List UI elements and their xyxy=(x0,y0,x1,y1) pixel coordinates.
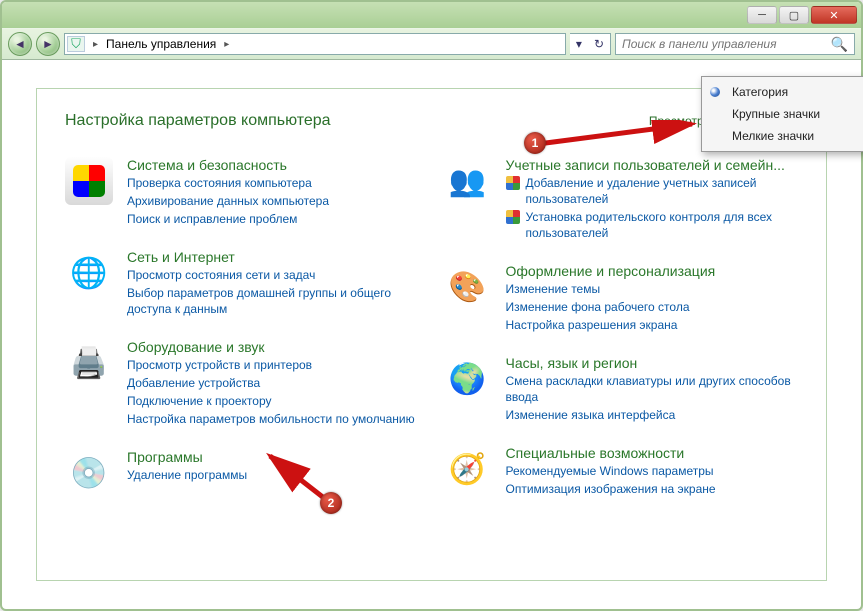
category-title[interactable]: Оформление и персонализация xyxy=(506,263,716,279)
category-appearance: 🎨 Оформление и персонализация Изменение … xyxy=(444,263,799,333)
category-title[interactable]: Часы, язык и регион xyxy=(506,355,799,371)
category-clock-region: 🌍 Часы, язык и регион Смена раскладки кл… xyxy=(444,355,799,423)
view-by-menu: Категория Крупные значки Мелкие значки xyxy=(701,76,863,152)
uac-shield-icon xyxy=(506,210,520,224)
appearance-icon: 🎨 xyxy=(444,263,492,311)
ease-of-access-icon: 🧭 xyxy=(444,445,492,493)
printer-icon: 🖨️ xyxy=(65,339,113,387)
task-link[interactable]: Настройка разрешения экрана xyxy=(506,317,716,333)
control-panel-icon: ⛉ xyxy=(67,36,85,52)
globe-network-icon: 🌐 xyxy=(65,249,113,297)
category-system-security: Система и безопасность Проверка состояни… xyxy=(65,157,420,227)
menu-item-small-icons[interactable]: Мелкие значки xyxy=(702,125,863,147)
back-button[interactable]: ◄ xyxy=(8,32,32,56)
globe-clock-icon: 🌍 xyxy=(444,355,492,403)
title-bar: ─ ▢ ✕ xyxy=(2,2,861,28)
control-panel-window: ─ ▢ ✕ ◄ ► ⛉ ▸ Панель управления ▸ ▾↻ 🔍 Н… xyxy=(0,0,863,611)
forward-button[interactable]: ► xyxy=(36,32,60,56)
category-title[interactable]: Специальные возможности xyxy=(506,445,716,461)
task-link[interactable]: Подключение к проектору xyxy=(127,393,415,409)
category-network: 🌐 Сеть и Интернет Просмотр состояния сет… xyxy=(65,249,420,317)
task-link[interactable]: Проверка состояния компьютера xyxy=(127,175,329,191)
breadcrumb[interactable]: Панель управления xyxy=(106,37,216,51)
task-link[interactable]: Добавление и удаление учетных записей по… xyxy=(506,175,799,207)
uac-shield-icon xyxy=(506,176,520,190)
menu-item-large-icons[interactable]: Крупные значки xyxy=(702,103,863,125)
users-icon: 👥 xyxy=(444,157,492,205)
shield-chart-icon xyxy=(65,157,113,205)
refresh-icon: ↻ xyxy=(588,37,610,51)
minimize-button[interactable]: ─ xyxy=(747,6,777,24)
search-box[interactable]: 🔍 xyxy=(615,33,855,55)
task-link-uninstall[interactable]: Удаление программы xyxy=(127,467,247,483)
menu-item-category[interactable]: Категория xyxy=(702,81,863,103)
maximize-button[interactable]: ▢ xyxy=(779,6,809,24)
category-title[interactable]: Оборудование и звук xyxy=(127,339,415,355)
annotation-arrow-1 xyxy=(534,120,700,150)
disc-box-icon: 💿 xyxy=(65,449,113,497)
category-accessibility: 🧭 Специальные возможности Рекомендуемые … xyxy=(444,445,799,497)
task-link[interactable]: Изменение темы xyxy=(506,281,716,297)
content-area: Настройка параметров компьютера Просмотр… xyxy=(36,88,827,581)
task-link[interactable]: Архивирование данных компьютера xyxy=(127,193,329,209)
annotation-badge-2: 2 xyxy=(320,492,342,514)
annotation-badge-1: 1 xyxy=(524,132,546,154)
task-link[interactable]: Смена раскладки клавиатуры или других сп… xyxy=(506,373,799,405)
task-link[interactable]: Установка родительского контроля для все… xyxy=(506,209,799,241)
page-title: Настройка параметров компьютера xyxy=(65,112,331,130)
address-dropdown[interactable]: ▾↻ xyxy=(570,33,611,55)
category-title[interactable]: Сеть и Интернет xyxy=(127,249,420,265)
task-link[interactable]: Поиск и исправление проблем xyxy=(127,211,329,227)
category-hardware: 🖨️ Оборудование и звук Просмотр устройст… xyxy=(65,339,420,427)
task-link[interactable]: Оптимизация изображения на экране xyxy=(506,481,716,497)
task-link[interactable]: Изменение фона рабочего стола xyxy=(506,299,716,315)
search-icon: 🔍 xyxy=(831,36,848,53)
right-column: 👥 Учетные записи пользователей и семейн.… xyxy=(444,157,799,497)
chevron-right-icon: ▸ xyxy=(89,39,102,50)
search-input[interactable] xyxy=(622,37,831,51)
category-title[interactable]: Учетные записи пользователей и семейн... xyxy=(506,157,799,173)
category-user-accounts: 👥 Учетные записи пользователей и семейн.… xyxy=(444,157,799,241)
close-button[interactable]: ✕ xyxy=(811,6,857,24)
left-column: Система и безопасность Проверка состояни… xyxy=(65,157,420,497)
task-link[interactable]: Настройка параметров мобильности по умол… xyxy=(127,411,415,427)
task-link[interactable]: Выбор параметров домашней группы и общег… xyxy=(127,285,420,317)
chevron-right-icon: ▸ xyxy=(220,39,233,50)
category-title[interactable]: Система и безопасность xyxy=(127,157,329,173)
task-link[interactable]: Изменение языка интерфейса xyxy=(506,407,799,423)
task-link[interactable]: Просмотр состояния сети и задач xyxy=(127,267,420,283)
task-link[interactable]: Рекомендуемые Windows параметры xyxy=(506,463,716,479)
address-bar: ◄ ► ⛉ ▸ Панель управления ▸ ▾↻ 🔍 xyxy=(2,28,861,60)
task-link[interactable]: Добавление устройства xyxy=(127,375,415,391)
address-field[interactable]: ⛉ ▸ Панель управления ▸ xyxy=(64,33,566,55)
category-title[interactable]: Программы xyxy=(127,449,247,465)
task-link[interactable]: Просмотр устройств и принтеров xyxy=(127,357,415,373)
category-programs: 💿 Программы Удаление программы xyxy=(65,449,420,497)
